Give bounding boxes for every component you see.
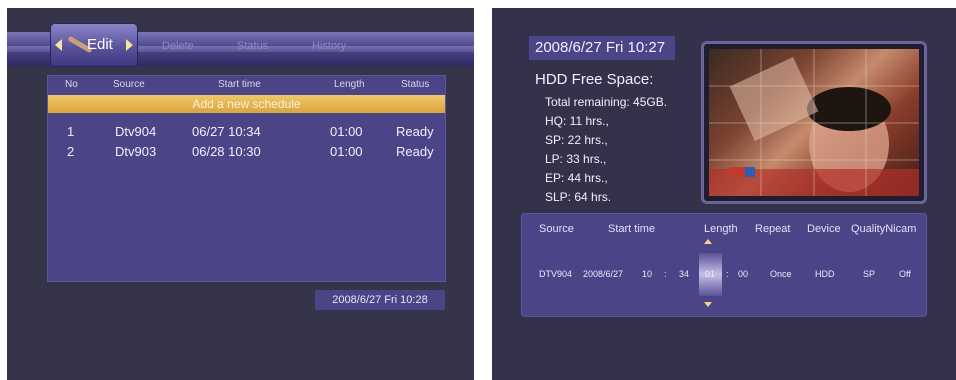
hdd-slp: SLP: 64 hrs. (545, 190, 612, 204)
row-length: 01:00 (330, 124, 363, 139)
row-length: 01:00 (330, 144, 363, 159)
menu-item-history[interactable]: History (312, 40, 346, 52)
hdd-lp: LP: 33 hrs., (545, 152, 607, 166)
caret-down-icon[interactable] (704, 302, 712, 307)
header-source: Source (113, 79, 145, 90)
arrow-right-icon[interactable] (126, 39, 133, 51)
header-no: No (65, 79, 78, 90)
hdd-sp: SP: 22 hrs., (545, 133, 608, 147)
length-minute-value[interactable]: 00 (738, 269, 748, 279)
schedule-table: No Source Start time Length Status Add a… (47, 75, 446, 282)
header-start-time: Start time (608, 223, 656, 235)
menu-item-delete[interactable]: Delete (162, 40, 194, 52)
row-status: Ready (396, 124, 434, 139)
header-length: Length (334, 79, 365, 90)
row-start: 06/27 10:34 (192, 124, 261, 139)
device-value[interactable]: HDD (815, 269, 835, 279)
caret-up-icon[interactable] (704, 239, 712, 244)
add-schedule-row[interactable]: Add a new schedule (48, 95, 445, 113)
menu-edit-label: Edit (87, 36, 113, 53)
header-device: Device (807, 223, 841, 235)
start-date-value[interactable]: 2008/6/27 (583, 269, 623, 279)
repeat-value[interactable]: Once (770, 269, 792, 279)
row-source: Dtv903 (115, 144, 157, 159)
schedule-edit-panel: 2008/6/27 Fri 10:27 HDD Free Space: Tota… (492, 8, 956, 380)
video-preview-frame (701, 41, 927, 204)
video-preview-image (709, 49, 919, 196)
row-status: Ready (396, 144, 434, 159)
schedule-list-panel: Edit Delete Status History No Source Sta… (7, 8, 474, 380)
header-repeat: Repeat (755, 223, 791, 235)
table-row[interactable]: 1 Dtv904 06/27 10:34 01:00 Ready (48, 124, 445, 142)
row-start: 06/28 10:30 (192, 144, 261, 159)
start-hour-value[interactable]: 10 (642, 269, 652, 279)
source-value[interactable]: DTV904 (539, 269, 572, 279)
quality-value[interactable]: SP (863, 269, 875, 279)
length-separator: : (726, 269, 729, 279)
current-datetime: 2008/6/27 Fri 10:27 (529, 36, 675, 60)
time-separator: : (664, 269, 667, 279)
current-datetime: 2008/6/27 Fri 10:28 (315, 290, 445, 310)
table-header: No Source Start time Length Status (48, 79, 445, 93)
header-source: Source (539, 223, 574, 235)
hdd-hq: HQ: 11 hrs., (545, 114, 609, 128)
schedule-edit-form: Source Start time Length Repeat Device Q… (521, 213, 927, 317)
row-no: 2 (67, 144, 75, 159)
hdd-free-space-title: HDD Free Space: (535, 71, 654, 88)
header-start-time: Start time (218, 79, 261, 90)
row-source: Dtv904 (115, 124, 157, 139)
header-status: Status (401, 79, 430, 90)
menu-item-status[interactable]: Status (237, 40, 268, 52)
hdd-ep: EP: 44 hrs., (545, 171, 608, 185)
table-row[interactable]: 2 Dtv903 06/28 10:30 01:00 Ready (48, 144, 445, 162)
menu-item-edit[interactable]: Edit (51, 24, 137, 66)
start-minute-value[interactable]: 34 (679, 269, 689, 279)
header-length: Length (704, 223, 738, 235)
video-preview (709, 49, 919, 196)
header-quality-nicam: QualityNicam (851, 223, 917, 235)
row-no: 1 (67, 124, 75, 139)
hdd-total-remaining: Total remaining: 45GB. (545, 95, 668, 109)
nicam-value[interactable]: Off (899, 269, 911, 279)
arrow-left-icon[interactable] (55, 39, 62, 51)
length-hour-value[interactable]: 01 (705, 269, 715, 279)
